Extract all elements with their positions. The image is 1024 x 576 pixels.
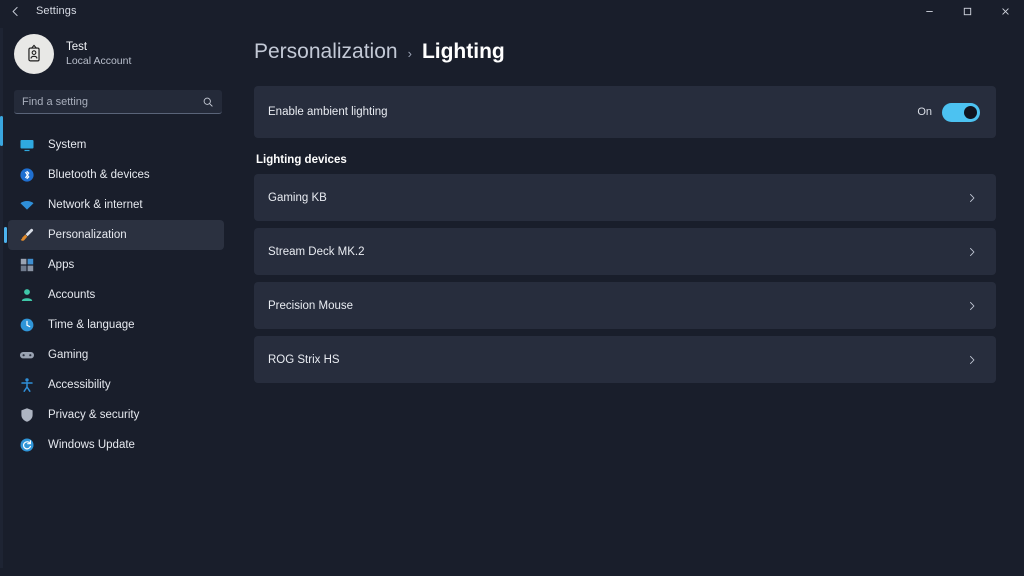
chevron-right-icon (966, 246, 978, 258)
device-card[interactable]: Stream Deck MK.2 (254, 228, 996, 275)
lighting-devices-list: Gaming KB Stream Deck MK.2 Precision Mouse… (254, 174, 996, 383)
sidebar-item-windows-update[interactable]: Windows Update (8, 430, 224, 460)
sidebar-item-label: Bluetooth & devices (48, 169, 150, 181)
close-icon (1001, 7, 1009, 15)
minimize-icon (925, 10, 933, 12)
gamepad-icon (18, 346, 36, 364)
device-name: Gaming KB (268, 191, 327, 204)
sidebar-item-label: Accessibility (48, 379, 111, 391)
sidebar-item-label: Personalization (48, 229, 127, 241)
ambient-lighting-toggle[interactable] (942, 102, 980, 122)
sidebar-item-accessibility[interactable]: Accessibility (8, 370, 224, 400)
device-row[interactable]: ROG Strix HS (254, 336, 996, 383)
sidebar-nav: System Bluetooth & devices Network & inter… (0, 130, 236, 460)
ambient-lighting-state: On (917, 106, 932, 118)
sidebar-item-system[interactable]: System (8, 130, 224, 160)
window-controls (910, 0, 1024, 22)
apps-icon (18, 256, 36, 274)
device-name: Stream Deck MK.2 (268, 245, 365, 258)
page-title: Lighting (421, 40, 505, 63)
sidebar-item-privacy-security[interactable]: Privacy & security (8, 400, 224, 430)
sidebar-item-label: Apps (48, 259, 75, 271)
device-card[interactable]: Precision Mouse (254, 282, 996, 329)
account-name: Test (66, 41, 88, 54)
breadcrumb: Personalization › Lighting (254, 40, 996, 64)
search-icon (202, 96, 214, 108)
sidebar-item-label: Network & internet (48, 199, 143, 211)
device-card[interactable]: Gaming KB (254, 174, 996, 221)
sidebar-item-label: System (48, 139, 87, 151)
device-name: Precision Mouse (268, 299, 354, 312)
ambient-lighting-label: Enable ambient lighting (268, 106, 388, 118)
device-row[interactable]: Precision Mouse (254, 282, 996, 329)
clock-icon (18, 316, 36, 334)
sidebar-item-bluetooth-devices[interactable]: Bluetooth & devices (8, 160, 224, 190)
chevron-right-icon (966, 354, 978, 366)
app-shell: Test Local Account System Bluetooth & dev… (0, 22, 1024, 576)
maximize-icon (963, 7, 971, 15)
bluetooth-icon (18, 166, 36, 184)
sidebar-item-label: Privacy & security (48, 409, 140, 421)
ambient-lighting-row[interactable]: Enable ambient lighting On (254, 86, 996, 138)
sidebar-item-gaming[interactable]: Gaming (8, 340, 224, 370)
sidebar-item-apps[interactable]: Apps (8, 250, 224, 280)
close-button[interactable] (986, 0, 1024, 22)
breadcrumb-separator-icon: › (407, 46, 412, 61)
title-bar: Settings (0, 0, 1024, 22)
avatar (14, 34, 54, 74)
main-content: Personalization › Lighting Enable ambien… (236, 22, 1024, 576)
sidebar-item-label: Windows Update (48, 439, 135, 451)
shield-icon (18, 406, 36, 424)
update-icon (18, 436, 36, 454)
sidebar-item-label: Gaming (48, 349, 89, 361)
search-input[interactable] (22, 95, 202, 108)
display-icon (18, 136, 36, 154)
sidebar-item-personalization[interactable]: Personalization (4, 220, 224, 250)
toggle-knob (964, 105, 977, 119)
app-title: Settings (36, 5, 77, 17)
chevron-right-icon (966, 192, 978, 204)
lighting-devices-heading: Lighting devices (256, 154, 347, 166)
maximize-button[interactable] (948, 0, 986, 22)
account-type: Local Account (66, 54, 132, 67)
account-tile[interactable]: Test Local Account (0, 26, 236, 82)
sidebar: Test Local Account System Bluetooth & dev… (0, 22, 236, 576)
device-row[interactable]: Gaming KB (254, 174, 996, 221)
device-row[interactable]: Stream Deck MK.2 (254, 228, 996, 275)
sidebar-item-time-language[interactable]: Time & language (8, 310, 224, 340)
accessibility-icon (18, 376, 36, 394)
breadcrumb-parent[interactable]: Personalization (254, 40, 398, 64)
device-card[interactable]: ROG Strix HS (254, 336, 996, 383)
device-name: ROG Strix HS (268, 353, 340, 366)
sidebar-item-network-internet[interactable]: Network & internet (8, 190, 224, 220)
id-badge-icon (28, 44, 40, 62)
ambient-lighting-card: Enable ambient lighting On (254, 86, 996, 138)
back-button[interactable] (0, 0, 30, 22)
sidebar-item-label: Time & language (48, 319, 135, 331)
back-arrow-icon (12, 6, 18, 16)
network-icon (18, 196, 36, 214)
sidebar-scrollbar[interactable] (0, 28, 3, 568)
sidebar-scrollbar-thumb[interactable] (0, 116, 3, 146)
paintbrush-icon (18, 226, 36, 244)
person-icon (18, 286, 36, 304)
minimize-button[interactable] (910, 0, 948, 22)
sidebar-item-label: Accounts (48, 289, 96, 301)
chevron-right-icon (966, 300, 978, 312)
search-box[interactable] (14, 90, 222, 114)
sidebar-item-accounts[interactable]: Accounts (8, 280, 224, 310)
